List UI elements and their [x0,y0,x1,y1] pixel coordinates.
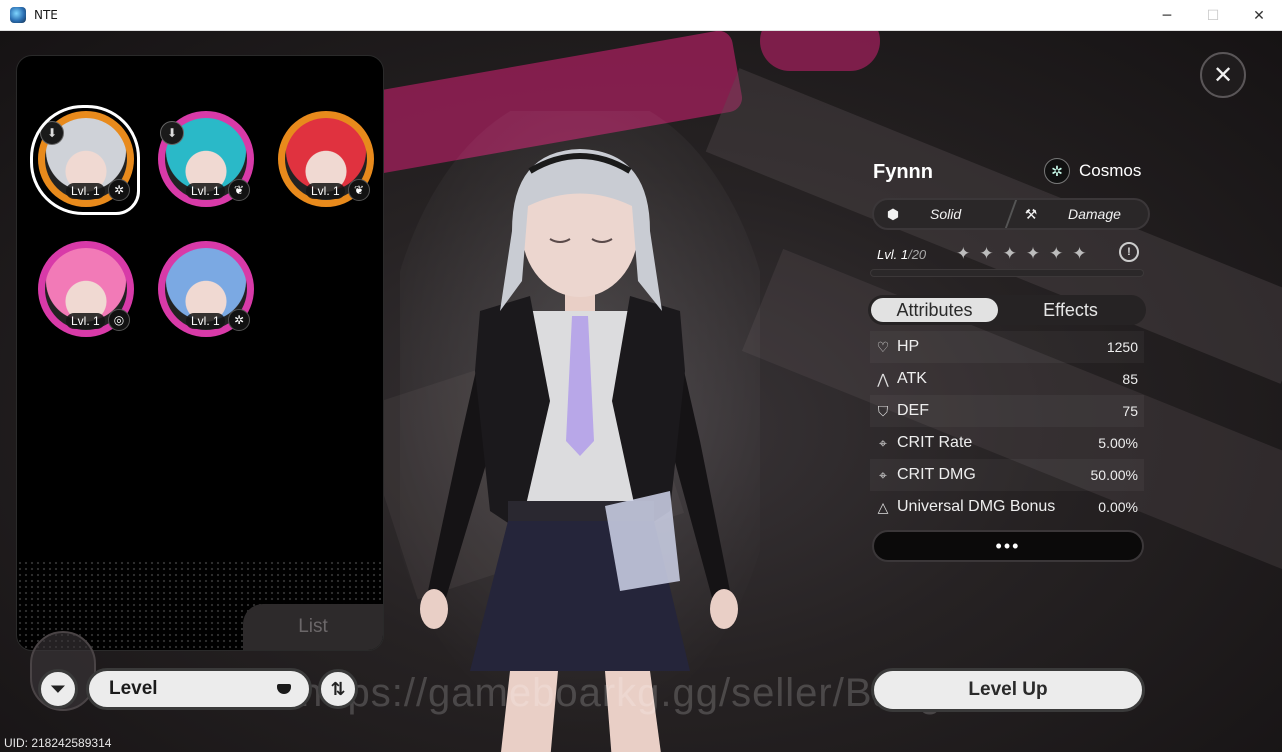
heart-icon: ♡ [876,338,890,355]
stat-value: 0.00% [1098,499,1138,515]
sort-select[interactable]: Level [86,668,312,710]
star-icon: ✦ [1002,244,1017,263]
background-banner-small [760,31,880,71]
stat-name: ATK [897,370,927,387]
avatar-level: Lvl. 1 [186,313,225,329]
level-up-button[interactable]: Level Up [871,668,1145,712]
stat-list: ♡ HP 1250 ⋀ ATK 85 ⛉ DEF 75 ⌖ CRIT Rate 5.00% ⌖ CRIT … [870,331,1144,523]
stat-value: 75 [1122,403,1138,419]
sort-select-value: Level [109,678,158,699]
tab-effects[interactable]: Effects [1001,295,1140,325]
star-icon: ✦ [956,244,971,263]
window-title: NTE [34,8,58,22]
character-avatar[interactable]: Lvl. 1 ◎ [38,241,134,337]
stat-value: 85 [1122,371,1138,387]
stat-row: ⌖ CRIT Rate 5.00% [870,427,1144,459]
minimize-button[interactable]: ─ [1144,0,1190,31]
hammer-icon: ⚒ [1024,205,1038,222]
uid-label: UID: 218242589314 [4,736,112,750]
app-icon [10,7,26,23]
character-avatar[interactable]: Lvl. 1 ❦ [278,111,374,207]
stat-name: HP [897,338,920,355]
crosshair-icon: ⌖ [879,434,887,451]
avatar-level: Lvl. 1 [66,313,105,329]
tag-damage: ⚒ Damage [1004,200,1154,228]
tab-attributes[interactable]: Attributes [871,298,998,322]
character-name: Fynnn [873,161,933,183]
stat-name: Universal DMG Bonus [897,498,1056,515]
avatar-level: Lvl. 1 [306,183,345,199]
level-current: 1 [900,246,909,262]
list-tab[interactable]: List [243,604,383,650]
filter-button[interactable]: ⏷ [38,669,78,709]
character-path: ✲ Cosmos [1044,158,1141,184]
chevron-down-icon [277,684,291,694]
star-icon: ✦ [1025,244,1041,263]
avatar-level: Lvl. 1 [186,183,225,199]
xp-progress-bar [870,269,1144,277]
stat-row: ⋀ ATK 85 [870,363,1144,395]
stat-name: CRIT Rate [897,434,973,451]
stat-row: ⌖ CRIT DMG 50.00% [870,459,1144,491]
level-text: Lvl. 1/20 [877,247,926,262]
shield-icon: ⛉ [877,402,889,419]
window-controls: ─ ☐ ✕ [1144,0,1282,31]
more-details-button[interactable]: ••• [872,530,1144,562]
stat-value: 5.00% [1098,435,1138,451]
cosmos-icon: ✲ [228,309,250,331]
character-model[interactable] [400,111,760,752]
cosmos-icon: ✲ [1044,158,1070,184]
sort-order-icon: ⇅ [330,678,346,699]
stat-name: CRIT DMG [897,466,976,483]
close-icon: ✕ [1212,61,1234,89]
close-button[interactable]: ✕ [1200,52,1246,98]
level-max: /20 [908,246,927,262]
triangle-icon: △ [877,498,889,515]
stat-value: 1250 [1106,339,1138,355]
maximize-button[interactable]: ☐ [1190,0,1236,31]
star-icon: ✦ [979,244,994,263]
character-avatar[interactable]: ⬇ Lvl. 1 ❦ [158,111,254,207]
star-rating: ✦ ✦ ✦ ✦ ✦ ✦ [956,244,1087,264]
tag-label: Solid [930,206,962,222]
level-prefix: Lvl. [877,246,898,262]
window-titlebar: NTE ─ ☐ ✕ [0,0,1282,31]
sort-order-button[interactable]: ⇅ [318,669,358,709]
tag-solid: ⬢ Solid [874,200,1010,228]
info-icon[interactable]: ! [1119,242,1139,262]
character-tags: ⬢ Solid ⚒ Damage [872,198,1154,230]
stat-row: △ Universal DMG Bonus 0.00% [870,491,1144,523]
stat-row: ⛉ DEF 75 [870,395,1144,427]
cube-icon: ⬢ [886,205,900,222]
list-tab-label: List [298,616,328,637]
star-icon: ✦ [1072,244,1087,263]
filter-icon: ⏷ [50,678,66,699]
window-close-button[interactable]: ✕ [1236,0,1282,31]
selected-avatar-frame [30,105,140,215]
atk-icon: ⋀ [877,370,889,387]
crosshair-icon: ⌖ [879,466,887,483]
star-icon: ✦ [1049,244,1064,263]
swirl-icon: ◎ [108,309,130,331]
leaf-icon: ❦ [348,179,370,201]
download-icon[interactable]: ⬇ [160,121,184,145]
leaf-icon: ❦ [228,179,250,201]
stat-row: ♡ HP 1250 [870,331,1144,363]
game-viewport: https://gameboarkg.gg/seller/BangJohn Li… [0,31,1282,752]
stat-name: DEF [897,402,929,419]
path-label: Cosmos [1079,161,1142,180]
tag-label: Damage [1068,206,1121,222]
stat-tabs: Attributes Effects [868,295,1146,325]
character-avatar[interactable]: Lvl. 1 ✲ [158,241,254,337]
level-row: Lvl. 1/20 ✦ ✦ ✦ ✦ ✦ ✦ ! [877,242,1139,264]
stat-value: 50.00% [1090,467,1138,483]
